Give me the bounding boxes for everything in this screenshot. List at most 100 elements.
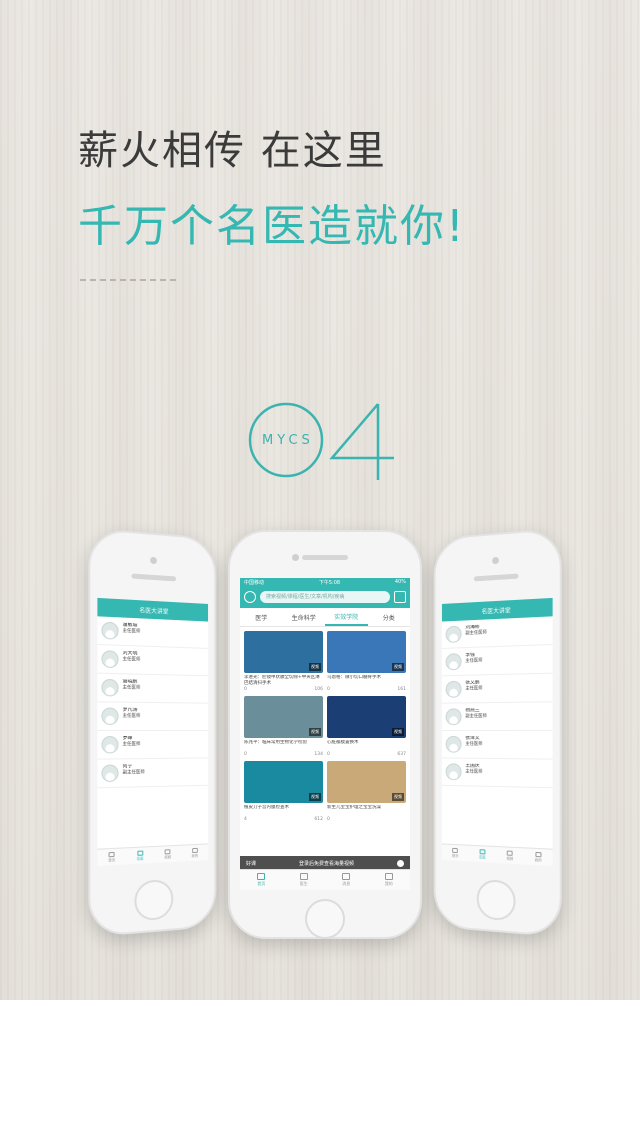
doctor-row[interactable]: 何宁 副主任医师	[97, 758, 209, 789]
doctor-info: 张文鹏 主任医师	[465, 680, 482, 697]
home-button[interactable]	[305, 899, 345, 939]
nav-item[interactable]: 视频	[154, 846, 181, 863]
nav-icon	[137, 850, 144, 856]
doctor-info: 谢晓鹏 主任医师	[123, 679, 141, 696]
like-count: 0	[244, 687, 247, 692]
nav-icon	[342, 873, 351, 880]
profile-icon[interactable]	[244, 591, 256, 603]
battery: 40%	[394, 579, 406, 585]
tab-item[interactable]: 实效学院	[325, 608, 368, 626]
video-badge: 视频	[392, 663, 404, 671]
nav-item[interactable]: 我的	[524, 848, 553, 866]
nav-label: 我的	[534, 857, 542, 862]
doctor-avatar	[445, 680, 462, 698]
tab-item[interactable]: 生命科学	[283, 608, 326, 626]
nav-item[interactable]: 名医	[469, 846, 496, 863]
nav-item[interactable]: 首页	[240, 870, 283, 890]
login-promo-banner[interactable]: 好课 登录后免费查看海量视频	[240, 856, 410, 870]
video-badge: 视频	[309, 793, 321, 801]
tab-item[interactable]: 医学	[240, 608, 283, 626]
nav-item[interactable]: 我的	[368, 870, 411, 890]
home-button[interactable]	[134, 878, 174, 922]
right-bottom-nav: 首页 名医 视频 我的	[441, 843, 553, 867]
doctor-row[interactable]: 罗峰 主任医师	[97, 730, 209, 760]
nav-item[interactable]: 首页	[97, 848, 126, 866]
like-count: 0	[327, 817, 330, 822]
nav-icon	[479, 848, 486, 854]
nav-icon	[384, 873, 393, 880]
home-button[interactable]	[476, 878, 516, 922]
video-thumbnail[interactable]: 视频	[327, 696, 406, 738]
nav-item[interactable]: 医生	[283, 870, 326, 890]
video-meta: 0 637	[327, 752, 406, 757]
video-thumbnail[interactable]: 视频	[244, 761, 323, 803]
doctor-avatar	[445, 653, 462, 671]
video-card[interactable]: 视频 心脏瓣膜置换术 0 637	[327, 696, 406, 757]
doctor-title: 主任医师	[122, 741, 141, 747]
nav-item[interactable]: 首页	[442, 844, 469, 861]
video-meta: 4 612	[244, 817, 323, 822]
doctor-avatar	[101, 736, 119, 754]
view-count: 134	[314, 752, 323, 757]
doctor-avatar	[101, 621, 119, 640]
video-card[interactable]: 视频 李进光：腔镜甲状腺全切除+中央区淋巴结清扫手术 0 106	[244, 631, 323, 692]
view-count: 161	[397, 687, 406, 692]
video-card[interactable]: 视频 陈兆平：临床常用生物化学检验 0 134	[244, 696, 323, 757]
doctor-title: 主任医师	[465, 741, 483, 747]
doctor-title: 主任医师	[122, 684, 141, 691]
doctor-avatar	[445, 763, 462, 781]
doctor-title: 主任医师	[122, 656, 141, 663]
phone-right: 名医大讲堂 刘海彬 副主任医师 李强 主任医师 张文鹏 主任医师 杨燕兰 副主任医师 张泽文 主任…	[433, 527, 562, 938]
nav-item[interactable]: 我的	[181, 844, 208, 861]
tab-item[interactable]: 分类	[368, 608, 411, 626]
doctor-avatar	[101, 678, 119, 697]
doctor-row[interactable]: 刘大明 主任医师	[97, 644, 209, 677]
doctor-row[interactable]: 张文鹏 主任医师	[441, 673, 553, 704]
doctor-info: 王国庆 主任医师	[465, 764, 482, 781]
doctor-row[interactable]: 李强 主任医师	[441, 644, 553, 677]
view-count: 612	[314, 817, 323, 822]
nav-label: 消息	[342, 881, 351, 886]
close-icon[interactable]	[397, 859, 404, 867]
video-badge: 视频	[392, 728, 404, 736]
speaker	[302, 555, 348, 560]
doctor-row[interactable]: 杨燕兰 副主任医师	[441, 702, 553, 732]
doctor-info: 杨燕兰 副主任医师	[465, 708, 486, 725]
search-input[interactable]: 搜索视频/课程/医生/文章/机构/疾病	[260, 591, 390, 603]
video-thumbnail[interactable]: 视频	[327, 761, 406, 803]
doctor-title: 主任医师	[465, 769, 483, 775]
category-tabs: 医学 生命科学 实效学院 分类	[240, 608, 410, 627]
video-thumbnail[interactable]: 视频	[244, 631, 323, 673]
clock: 下午5:08	[318, 579, 341, 586]
doctor-info: 李强 主任医师	[465, 652, 482, 669]
nav-item[interactable]: 名医	[126, 847, 154, 865]
left-screen: 名医大讲堂 温敏瑜 主任医师 刘大明 主任医师 谢晓鹏 主任医师 罗凡涛 主任医师 罗峰 主任医师…	[97, 597, 209, 867]
doctor-title: 副主任医师	[465, 629, 487, 636]
video-card[interactable]: 视频新生儿宝宝护理之宝宝洗澡 0	[327, 761, 406, 822]
video-thumbnail[interactable]: 视频	[244, 696, 323, 738]
video-caption: 新生儿宝宝护理之宝宝洗澡	[327, 805, 381, 810]
doctor-row[interactable]: 谢晓鹏 主任医师	[97, 673, 209, 704]
doctor-row[interactable]: 罗凡涛 主任医师	[97, 702, 209, 732]
video-thumbnail[interactable]: 视频	[327, 631, 406, 673]
nav-icon	[506, 850, 513, 856]
bottom-blank-area	[0, 1000, 640, 1136]
doctor-row[interactable]: 温敏瑜 主任医师	[97, 616, 209, 649]
video-badge: 视频	[309, 728, 321, 736]
doctor-row[interactable]: 刘海彬 副主任医师	[441, 616, 553, 649]
speaker	[131, 573, 177, 582]
promo-label: 好课	[246, 860, 257, 867]
scan-icon[interactable]	[394, 591, 406, 603]
nav-item[interactable]: 视频	[496, 847, 524, 865]
doctor-info: 刘大明 主任医师	[123, 651, 141, 669]
video-card[interactable]: 视频 植皮刀子宫内膜检查术 4 612	[244, 761, 323, 822]
doctor-row[interactable]: 张泽文 主任医师	[441, 730, 553, 760]
camera	[150, 556, 157, 565]
nav-item[interactable]: 消息	[325, 870, 368, 890]
doctor-row[interactable]: 王国庆 主任医师	[441, 758, 553, 789]
video-card[interactable]: 视频 乌恩格：微小切口髓骨手术 0 161	[327, 631, 406, 692]
video-meta: 0 106	[244, 687, 323, 692]
carrier: 中国移动	[244, 579, 265, 586]
nav-label: 首页	[451, 853, 459, 858]
doctor-info: 罗凡涛 主任医师	[123, 708, 141, 725]
